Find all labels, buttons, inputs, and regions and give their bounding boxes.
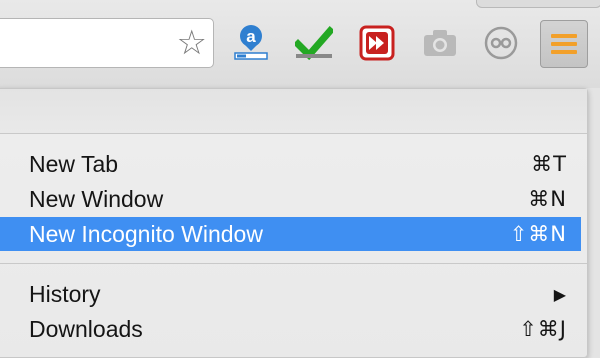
menu-item-new-window[interactable]: New Window ⌘N (0, 182, 581, 216)
menu-item-shortcut: ⇧⌘N (509, 222, 567, 246)
menu-item-new-incognito-window[interactable]: New Incognito Window ⇧⌘N (0, 217, 581, 251)
menu-item-label: New Incognito Window (29, 220, 263, 247)
fast-forward-extension-icon[interactable] (358, 22, 396, 64)
svg-text:a: a (246, 27, 256, 46)
star-icon[interactable]: ☆ (177, 23, 207, 63)
tab-strip-edge (476, 0, 600, 8)
menu-item-label: Downloads (29, 315, 143, 342)
menu-bar-line (551, 50, 577, 54)
infinity-extension-icon[interactable] (482, 22, 520, 64)
menu-item-label: New Tab (29, 150, 119, 177)
amazon-assistant-icon[interactable]: a (232, 22, 270, 64)
menu-bar-line (551, 42, 577, 46)
menu-item-shortcut: ⇧⌘J (519, 317, 567, 341)
menu-bar-line (551, 34, 577, 38)
menu-top-area (0, 89, 587, 133)
camera-extension-icon[interactable] (421, 22, 459, 64)
menu-item-shortcut: ⌘T (531, 152, 567, 176)
browser-toolbar: ☆ a (0, 0, 600, 88)
hamburger-menu-icon[interactable] (540, 20, 588, 68)
menu-item-downloads[interactable]: Downloads ⇧⌘J (0, 312, 581, 346)
menu-item-label: New Window (29, 185, 164, 212)
menu-separator (0, 133, 587, 134)
submenu-arrow-icon: ▶ (553, 284, 567, 304)
menu-item-history[interactable]: History ▶ (0, 277, 581, 311)
checkmark-extension-icon[interactable] (295, 22, 333, 64)
menu-item-label: History (29, 280, 101, 307)
chrome-main-menu: New Tab ⌘T New Window ⌘N New Incognito W… (0, 88, 588, 358)
menu-item-shortcut: ⌘N (528, 187, 567, 211)
address-bar[interactable]: ☆ (0, 18, 214, 68)
menu-item-new-tab[interactable]: New Tab ⌘T (0, 147, 581, 181)
menu-separator (0, 263, 587, 264)
